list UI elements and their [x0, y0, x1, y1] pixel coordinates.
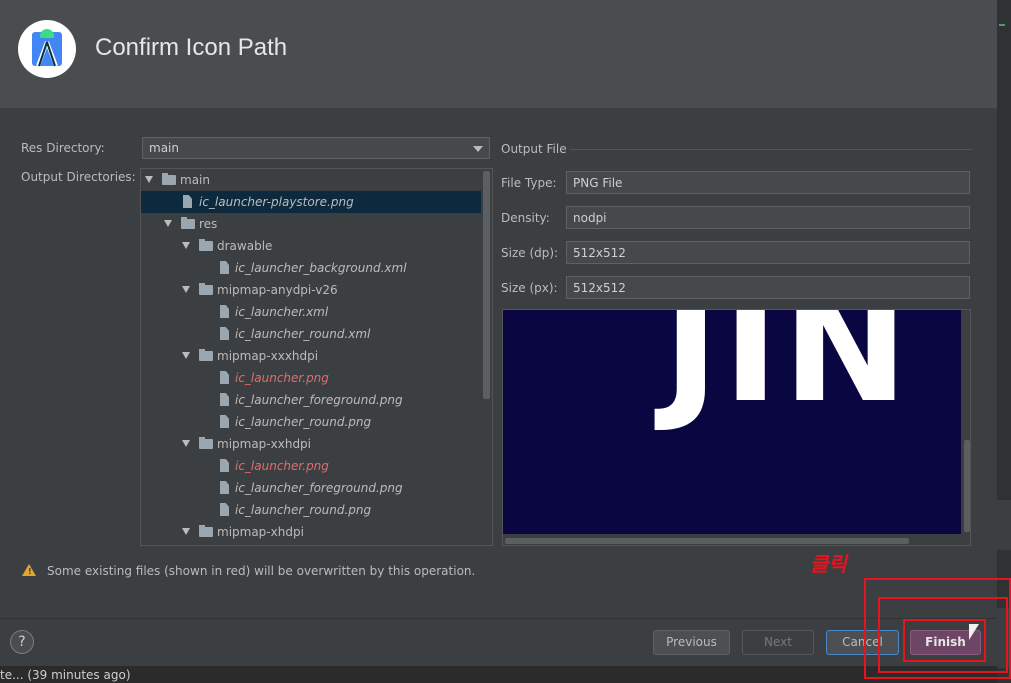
status-bar-text: te... (39 minutes ago): [0, 668, 131, 682]
folder-icon: [199, 437, 213, 449]
res-directory-label: Res Directory:: [21, 141, 105, 155]
output-directories-label: Output Directories:: [21, 170, 136, 184]
click-annotation: 클릭: [810, 552, 847, 576]
folder-icon: [181, 217, 195, 229]
tree-row[interactable]: ic_launcher_background.xml: [141, 257, 481, 279]
file-icon: [220, 415, 229, 428]
section-divider: [570, 149, 972, 150]
chevron-down-icon: [473, 146, 483, 152]
expand-arrow-icon[interactable]: [182, 352, 190, 359]
preview-vertical-scrollbar[interactable]: [964, 440, 970, 532]
mouse-cursor-icon: [969, 624, 979, 640]
tree-row[interactable]: res: [141, 213, 481, 235]
expand-arrow-icon[interactable]: [145, 176, 153, 183]
tree-row[interactable]: mipmap-xxhdpi: [141, 433, 481, 455]
warning-icon: !: [22, 564, 36, 576]
folder-icon: [199, 239, 213, 251]
tree-row[interactable]: ic_launcher_round.xml: [141, 323, 481, 345]
tree-row[interactable]: ic_launcher_foreground.png: [141, 389, 481, 411]
expand-arrow-icon[interactable]: [182, 286, 190, 293]
tree-row[interactable]: mipmap-anydpi-v26: [141, 279, 481, 301]
file-icon: [220, 371, 229, 384]
res-directory-value: main: [149, 141, 179, 155]
tree-row-label: mipmap-anydpi-v26: [217, 283, 338, 297]
tree-row-label: drawable: [217, 239, 273, 253]
density-label: Density:: [501, 211, 550, 225]
preview-image-text: JIN: [663, 309, 913, 436]
help-button[interactable]: ?: [10, 630, 34, 654]
folder-icon: [199, 349, 213, 361]
tree-row[interactable]: mipmap-xxxhdpi: [141, 345, 481, 367]
previous-button[interactable]: Previous: [653, 630, 730, 655]
file-icon: [220, 261, 229, 274]
density-field: nodpi: [566, 206, 970, 229]
preview-horizontal-scrollbar[interactable]: [505, 538, 909, 544]
expand-arrow-icon[interactable]: [182, 242, 190, 249]
tree-row-label: ic_launcher.png: [235, 371, 329, 385]
next-button[interactable]: Next: [742, 630, 814, 655]
folder-icon: [162, 173, 176, 185]
tree-row[interactable]: ic_launcher.xml: [141, 301, 481, 323]
tree-row-label: main: [180, 173, 210, 187]
tree-row-label: ic_launcher_round.png: [235, 415, 372, 429]
folder-icon: [199, 525, 213, 537]
tree-row[interactable]: ic_launcher_round.png: [141, 411, 481, 433]
file-icon: [183, 195, 192, 208]
tree-row[interactable]: ic_launcher_foreground.png: [141, 477, 481, 499]
file-icon: [220, 393, 229, 406]
tree-row-label: ic_launcher.xml: [235, 305, 329, 319]
file-icon: [220, 481, 229, 494]
file-icon: [220, 305, 229, 318]
tree-row-label: ic_launcher_foreground.png: [235, 393, 403, 407]
icon-preview: JIN: [502, 309, 971, 546]
size-dp-label: Size (dp):: [501, 246, 559, 260]
confirm-icon-path-dialog: Confirm Icon Path Res Directory: main Ou…: [0, 0, 997, 666]
tree-row[interactable]: main: [141, 169, 481, 191]
size-dp-field: 512x512: [566, 241, 970, 264]
tree-row-label: ic_launcher_round.xml: [235, 327, 371, 341]
size-px-label: Size (px):: [501, 281, 558, 295]
tree-row-label: mipmap-xxxhdpi: [217, 349, 319, 363]
tree-row-label: res: [199, 217, 218, 231]
overwrite-warning-text: Some existing files (shown in red) will …: [47, 564, 476, 578]
tree-row[interactable]: ic_launcher_round.png: [141, 499, 481, 521]
folder-icon: [199, 283, 213, 295]
android-studio-logo-icon: [18, 20, 76, 78]
file-icon: [220, 503, 229, 516]
tree-row[interactable]: mipmap-xhdpi: [141, 521, 481, 543]
output-file-section-label: Output File: [501, 142, 567, 156]
file-type-field: PNG File: [566, 171, 970, 194]
background-indicator-icon: [999, 24, 1005, 32]
tree-row-label: mipmap-xxhdpi: [217, 437, 312, 451]
expand-arrow-icon[interactable]: [182, 528, 190, 535]
file-icon: [220, 459, 229, 472]
tree-row-label: ic_launcher_round.png: [235, 503, 372, 517]
res-directory-dropdown[interactable]: main: [142, 137, 490, 159]
tree-row[interactable]: drawable: [141, 235, 481, 257]
size-px-field: 512x512: [566, 276, 970, 299]
tree-row[interactable]: ic_launcher-playstore.png: [141, 191, 481, 213]
tree-row-label: ic_launcher-playstore.png: [199, 195, 354, 209]
tree-row[interactable]: ic_launcher.png: [141, 367, 481, 389]
output-directories-tree[interactable]: main ic_launcher-playstore.png res drawa…: [140, 168, 493, 546]
tree-row-label: mipmap-xhdpi: [217, 525, 304, 539]
expand-arrow-icon[interactable]: [164, 220, 172, 227]
dialog-title: Confirm Icon Path: [95, 34, 288, 61]
tree-row-label: ic_launcher_foreground.png: [235, 481, 403, 495]
tree-scrollbar[interactable]: [483, 171, 490, 399]
file-icon: [220, 327, 229, 340]
dialog-header: Confirm Icon Path: [0, 0, 997, 108]
tree-row-label: ic_launcher_background.xml: [235, 261, 407, 275]
expand-arrow-icon[interactable]: [182, 440, 190, 447]
tree-row[interactable]: ic_launcher.png: [141, 455, 481, 477]
file-type-label: File Type:: [501, 176, 557, 190]
footer-divider: [0, 618, 997, 619]
tree-row-label: ic_launcher.png: [235, 459, 329, 473]
